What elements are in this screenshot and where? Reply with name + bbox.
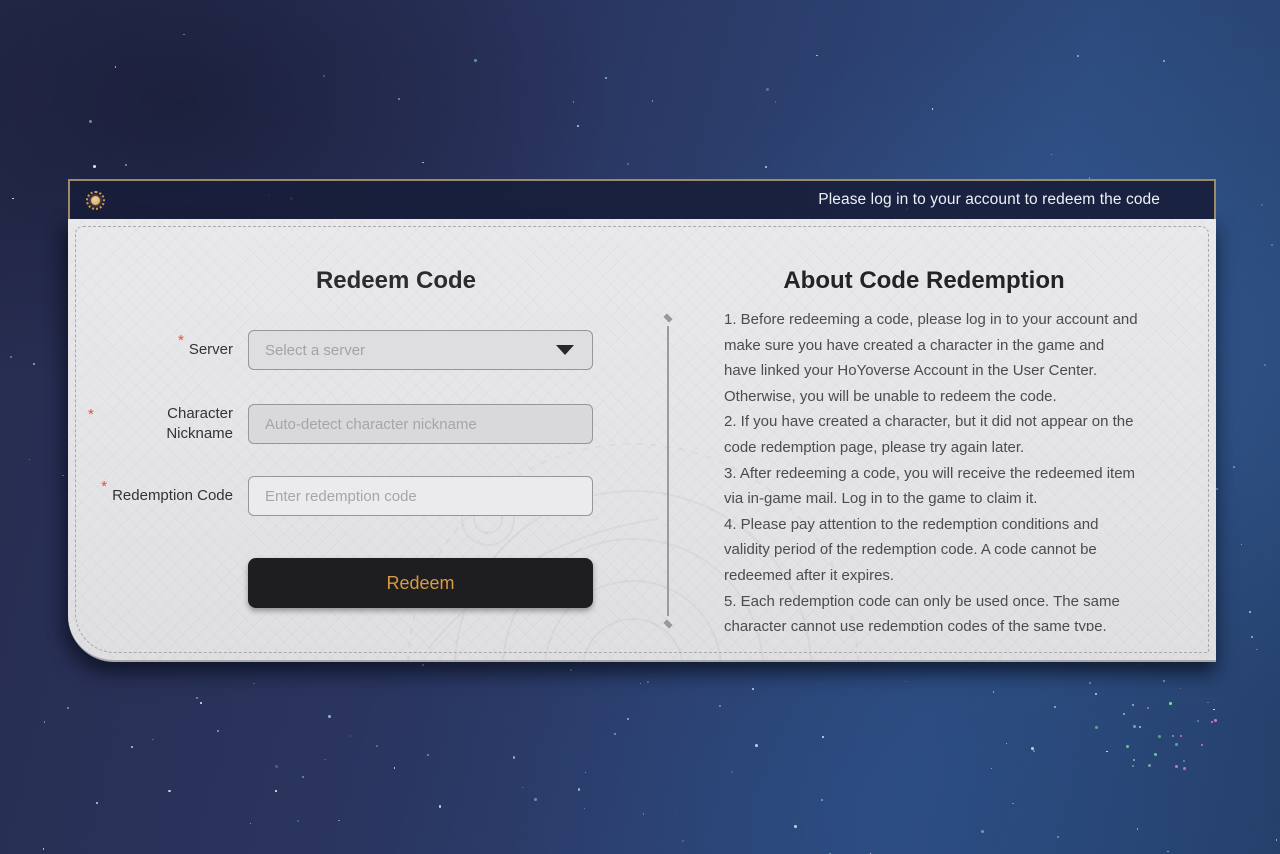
login-notice-text: Please log in to your account to redeem … <box>818 191 1160 209</box>
about-item: 3. After redeeming a code, you will rece… <box>724 461 1140 512</box>
about-item: 2. If you have created a character, but … <box>724 409 1140 460</box>
about-instructions: 1. Before redeeming a code, please log i… <box>724 307 1140 631</box>
nickname-input[interactable] <box>248 404 593 444</box>
about-item: 4. Please pay attention to the redemptio… <box>724 512 1140 589</box>
code-label: * Redemption Code <box>88 476 233 516</box>
server-select-placeholder: Select a server <box>265 342 365 359</box>
about-item: 1. Before redeeming a code, please log i… <box>724 307 1140 409</box>
redeem-form-title: Redeem Code <box>96 267 696 295</box>
required-asterisk: * <box>101 476 107 497</box>
about-item: 5. Each redemption code can only be used… <box>724 589 1140 631</box>
redemption-code-input[interactable] <box>248 476 593 516</box>
required-asterisk: * <box>88 404 94 425</box>
nickname-label: * Character Nickname <box>88 404 233 444</box>
server-label: * Server <box>88 330 233 370</box>
redemption-header-bar: Please log in to your account to redeem … <box>68 179 1216 219</box>
required-asterisk: * <box>178 330 184 351</box>
redeem-button[interactable]: Redeem <box>248 558 593 608</box>
divider-diamond-bottom <box>663 619 672 628</box>
page: { "header": { "notice": "Please log in t… <box>0 0 1280 854</box>
sun-icon <box>86 191 105 210</box>
server-select[interactable]: Select a server <box>248 330 593 370</box>
about-title: About Code Redemption <box>694 267 1154 295</box>
divider-diamond-top <box>663 313 672 322</box>
redemption-card: Redeem Code * Server Select a server * C… <box>68 219 1216 662</box>
vertical-divider <box>663 312 673 630</box>
chevron-down-icon <box>556 345 574 355</box>
